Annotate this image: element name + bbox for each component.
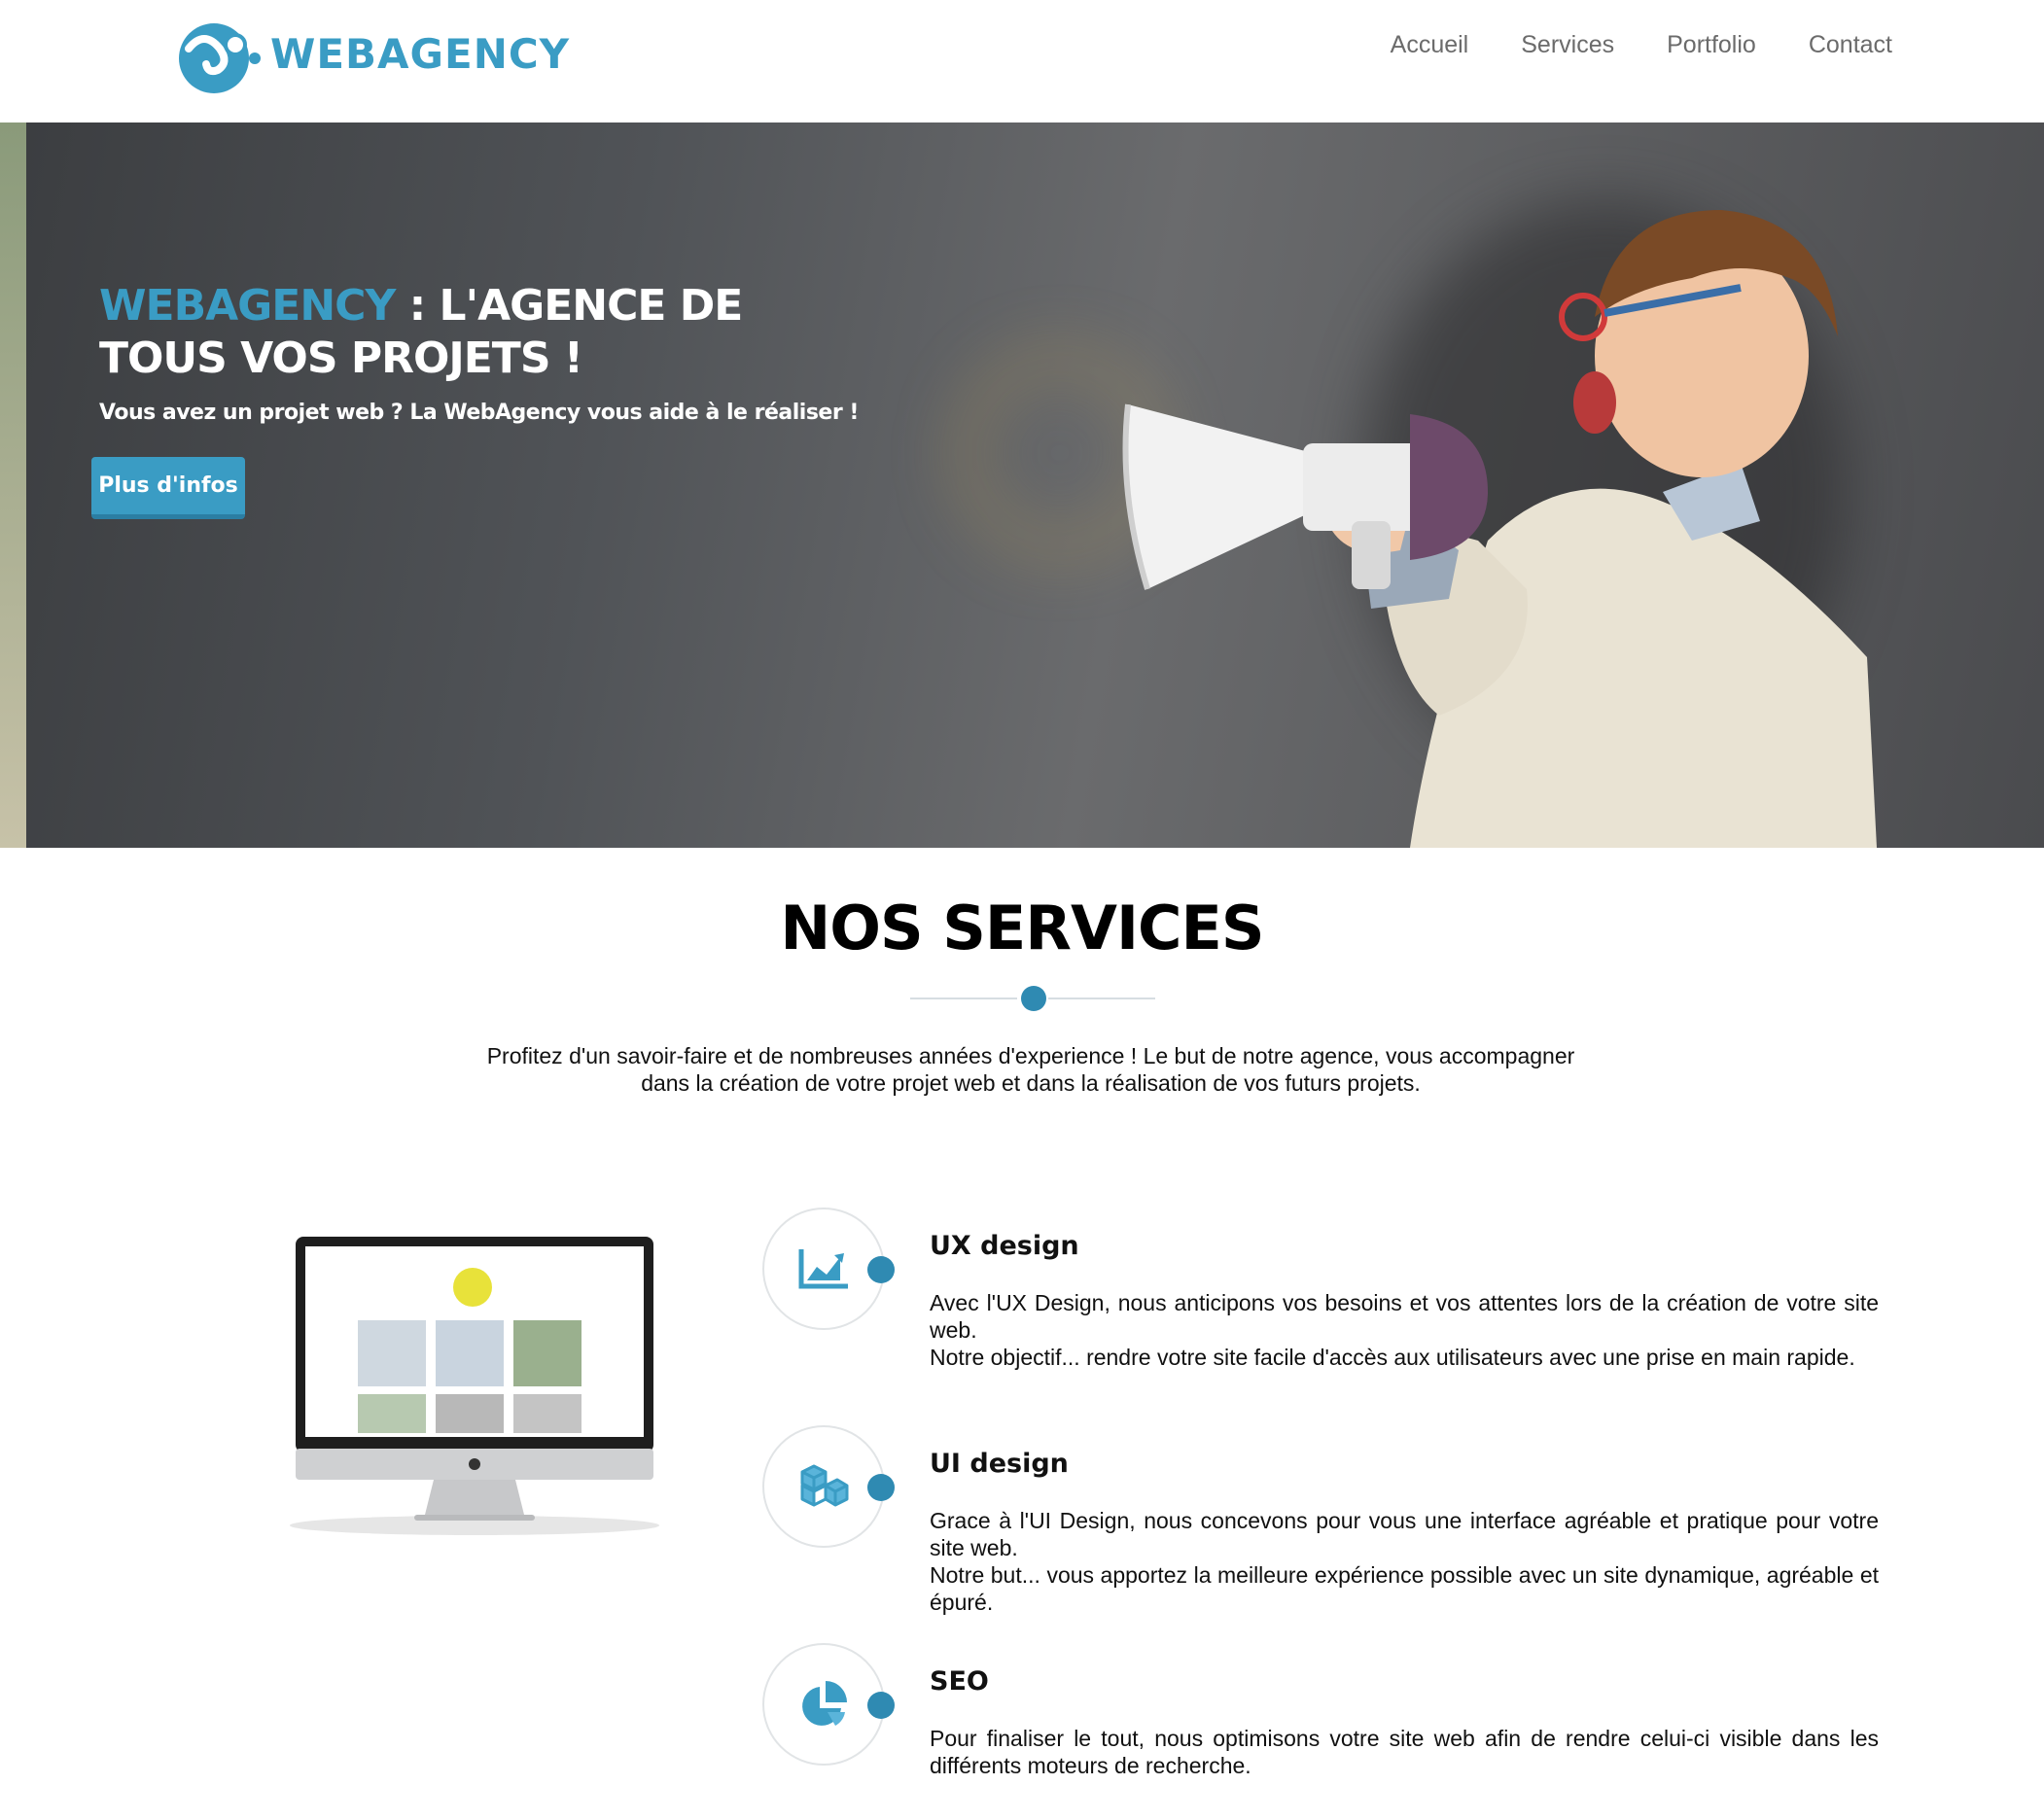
cubes-icon <box>800 1464 849 1507</box>
hero-edge-decoration <box>0 122 26 848</box>
services-intro: Profitez d'un savoir-faire et de nombreu… <box>428 1042 1634 1097</box>
service-title: UX design <box>930 1231 1079 1261</box>
services-intro-line-2: dans la création de votre projet web et … <box>641 1070 1421 1096</box>
logo[interactable]: WEBAGENCY <box>175 10 570 97</box>
service-description: Pour finaliser le tout, nous optimisons … <box>930 1725 1879 1779</box>
service-title: SEO <box>930 1666 989 1697</box>
service-item-ui-design: UI design Grace à l'UI Design, nous conc… <box>762 1425 1881 1629</box>
service-dot <box>867 1474 895 1501</box>
service-description-line: Notre but... vous apportez la meilleure … <box>930 1562 1879 1615</box>
more-info-button[interactable]: Plus d'infos <box>91 457 245 519</box>
service-description-line: Avec l'UX Design, nous anticipons vos be… <box>930 1290 1879 1343</box>
divider-line-left <box>910 998 1017 999</box>
main-nav: Accueil Services Portfolio Contact <box>1391 31 1892 59</box>
service-description-line: Grace à l'UI Design, nous concevons pour… <box>930 1508 1879 1560</box>
imac-illustration <box>290 1237 659 1535</box>
hero-banner: WEBAGENCY : L'AGENCE DE TOUS VOS PROJETS… <box>0 122 2044 848</box>
pie-chart-icon <box>802 1681 847 1726</box>
logo-text: WEBAGENCY <box>270 29 571 78</box>
section-divider <box>910 984 1155 1013</box>
services-intro-line-1: Profitez d'un savoir-faire et de nombreu… <box>486 1043 1575 1068</box>
hero-title: WEBAGENCY : L'AGENCE DE TOUS VOS PROJETS… <box>99 280 838 385</box>
kid-megaphone-illustration <box>1122 210 1877 848</box>
service-dot <box>867 1692 895 1719</box>
chart-line-icon <box>798 1249 848 1289</box>
service-description-line: Pour finaliser le tout, nous optimisons … <box>930 1726 1879 1778</box>
service-item-seo: SEO Pour finaliser le tout, nous optimis… <box>762 1643 1881 1808</box>
service-description-line: Notre objectif... rendre votre site faci… <box>930 1345 1855 1370</box>
divider-dot <box>1021 986 1046 1011</box>
service-title: UI design <box>930 1449 1069 1479</box>
service-description: Avec l'UX Design, nous anticipons vos be… <box>930 1289 1879 1371</box>
service-description: Grace à l'UI Design, nous concevons pour… <box>930 1507 1879 1616</box>
divider-line-right <box>1048 998 1155 999</box>
service-item-ux-design: UX design Avec l'UX Design, nous anticip… <box>762 1208 1881 1412</box>
site-header: WEBAGENCY Accueil Services Portfolio Con… <box>0 0 2044 122</box>
nav-link-services[interactable]: Services <box>1521 31 1614 59</box>
services-title: NOS SERVICES <box>780 892 1264 963</box>
service-dot <box>867 1256 895 1283</box>
nav-link-accueil[interactable]: Accueil <box>1391 31 1469 59</box>
hero-title-accent: WEBAGENCY <box>99 281 396 331</box>
hero-subtitle: Vous avez un projet web ? La WebAgency v… <box>99 401 859 425</box>
nav-link-contact[interactable]: Contact <box>1809 31 1892 59</box>
nav-link-portfolio[interactable]: Portfolio <box>1667 31 1756 59</box>
logo-mark-icon <box>179 23 261 93</box>
